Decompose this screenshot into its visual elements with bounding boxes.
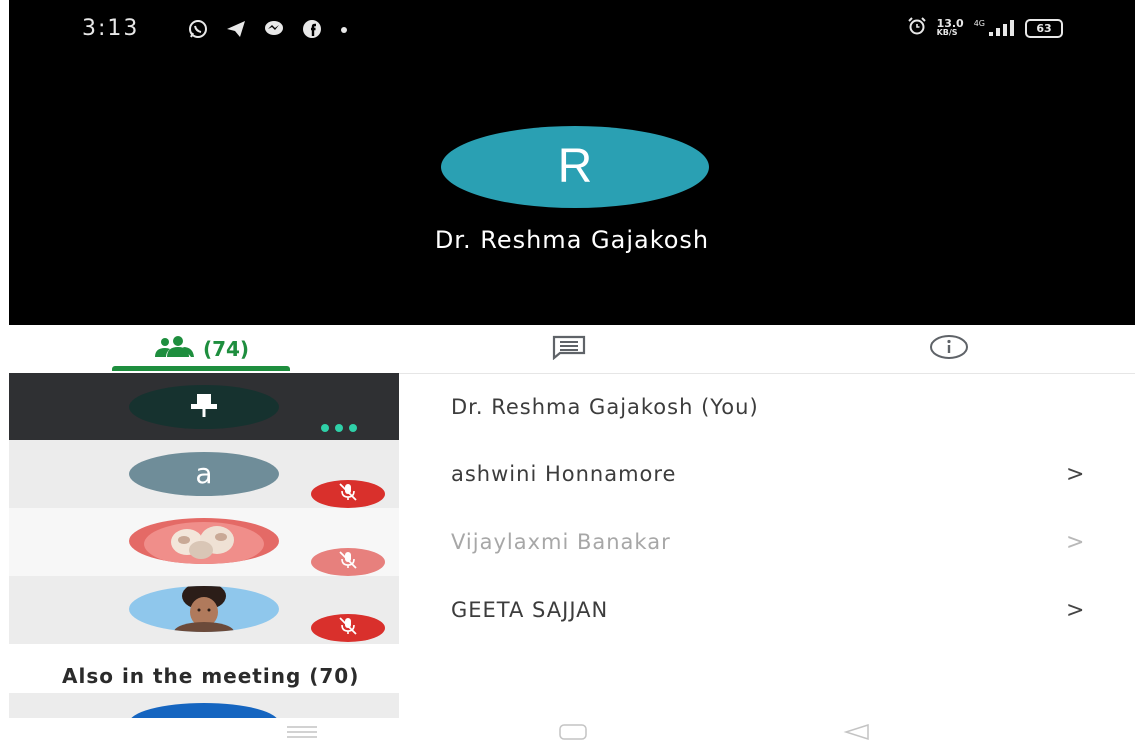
notification-icons	[187, 18, 349, 44]
network-speed-value: 13.0	[936, 17, 964, 30]
participant-row[interactable]: Vijaylaxmi Banakar >	[9, 508, 1135, 576]
mic-off-icon	[337, 616, 359, 640]
muted-badge	[311, 548, 385, 576]
facebook-icon	[301, 18, 323, 44]
people-icon	[153, 335, 195, 363]
network-speed-unit: KB/S	[936, 28, 958, 37]
speaker-name: Dr. Reshma Gajakosh	[434, 226, 710, 254]
avatar	[129, 586, 279, 632]
people-count: (74)	[202, 337, 250, 361]
participant-name: GEETA SAJJAN	[451, 598, 609, 622]
muted-badge	[311, 614, 385, 642]
messenger-icon	[263, 18, 285, 44]
speaker-avatar: R	[441, 126, 709, 208]
chat-icon	[551, 334, 587, 364]
home-icon[interactable]	[558, 722, 588, 746]
pin-icon	[188, 392, 220, 422]
more-options-icon[interactable]	[321, 424, 357, 432]
muted-badge	[311, 480, 385, 508]
active-tab-indicator	[112, 366, 290, 371]
speaker-video-area[interactable]: 3:13 13.0 KB/S 4G 63 R Dr. Reshma Gajako…	[9, 0, 1135, 325]
telegram-icon	[225, 18, 247, 44]
whatsapp-icon	[187, 18, 209, 44]
menu-icon[interactable]	[285, 722, 319, 746]
participant-row[interactable]: GEETA SAJJAN >	[9, 576, 1135, 644]
chevron-right-icon[interactable]: >	[1066, 598, 1084, 623]
avatar	[129, 703, 279, 718]
dot-icon	[339, 18, 349, 44]
info-icon	[929, 334, 969, 364]
network-speed: 13.0 KB/S	[936, 17, 964, 37]
tab-info[interactable]	[919, 325, 979, 373]
chevron-right-icon[interactable]: >	[1066, 530, 1084, 555]
participant-tile	[9, 508, 399, 576]
android-nav-bar	[9, 718, 1135, 746]
avatar: a	[129, 452, 279, 496]
participant-name: ashwini Honnamore	[451, 462, 677, 486]
also-in-meeting-heading: Also in the meeting (70)	[62, 664, 360, 688]
participant-tile	[9, 576, 399, 644]
signal-icon: 4G	[974, 19, 1015, 37]
status-time: 3:13	[82, 16, 140, 41]
participant-tile: a	[9, 440, 399, 508]
pinned-avatar	[129, 385, 279, 429]
mic-off-icon	[337, 482, 359, 506]
system-status-icons: 13.0 KB/S 4G 63	[907, 16, 1063, 40]
back-icon[interactable]	[842, 722, 872, 746]
tab-chat[interactable]	[539, 325, 599, 373]
mic-off-icon	[337, 550, 359, 574]
participant-name: Dr. Reshma Gajakosh (You)	[451, 395, 759, 419]
participant-row[interactable]	[9, 693, 399, 718]
meet-app: 3:13 13.0 KB/S 4G 63 R Dr. Reshma Gajako…	[9, 0, 1135, 746]
participant-row[interactable]: a ashwini Honnamore >	[9, 440, 1135, 508]
chevron-right-icon[interactable]: >	[1066, 462, 1084, 487]
battery-icon: 63	[1025, 18, 1063, 38]
network-type: 4G	[973, 19, 985, 28]
participant-row[interactable]: Dr. Reshma Gajakosh (You)	[9, 373, 1135, 440]
participant-name: Vijaylaxmi Banakar	[451, 530, 671, 554]
alarm-icon	[907, 16, 927, 40]
participant-tile	[9, 373, 399, 440]
avatar	[129, 518, 279, 564]
